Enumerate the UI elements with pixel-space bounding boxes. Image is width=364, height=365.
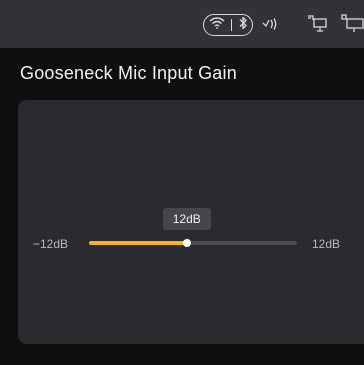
slider-fill bbox=[89, 241, 187, 245]
monitor-icon[interactable] bbox=[340, 14, 364, 39]
slider-value-tooltip: 12dB bbox=[162, 208, 211, 230]
slider-max-label: 12dB bbox=[312, 237, 341, 251]
slider-thumb[interactable] bbox=[182, 239, 191, 247]
sound-waves-icon[interactable] bbox=[261, 14, 281, 39]
connectivity-status-pill[interactable] bbox=[203, 14, 253, 36]
page-title: Gooseneck Mic Input Gain bbox=[20, 63, 237, 83]
slider-track[interactable] bbox=[89, 241, 297, 245]
slider-min-label: −12dB bbox=[33, 237, 69, 251]
wifi-icon bbox=[209, 16, 225, 34]
status-bar bbox=[0, 0, 364, 48]
bluetooth-icon bbox=[238, 16, 248, 35]
pill-divider bbox=[230, 19, 232, 31]
screen-share-icon[interactable] bbox=[307, 14, 327, 39]
